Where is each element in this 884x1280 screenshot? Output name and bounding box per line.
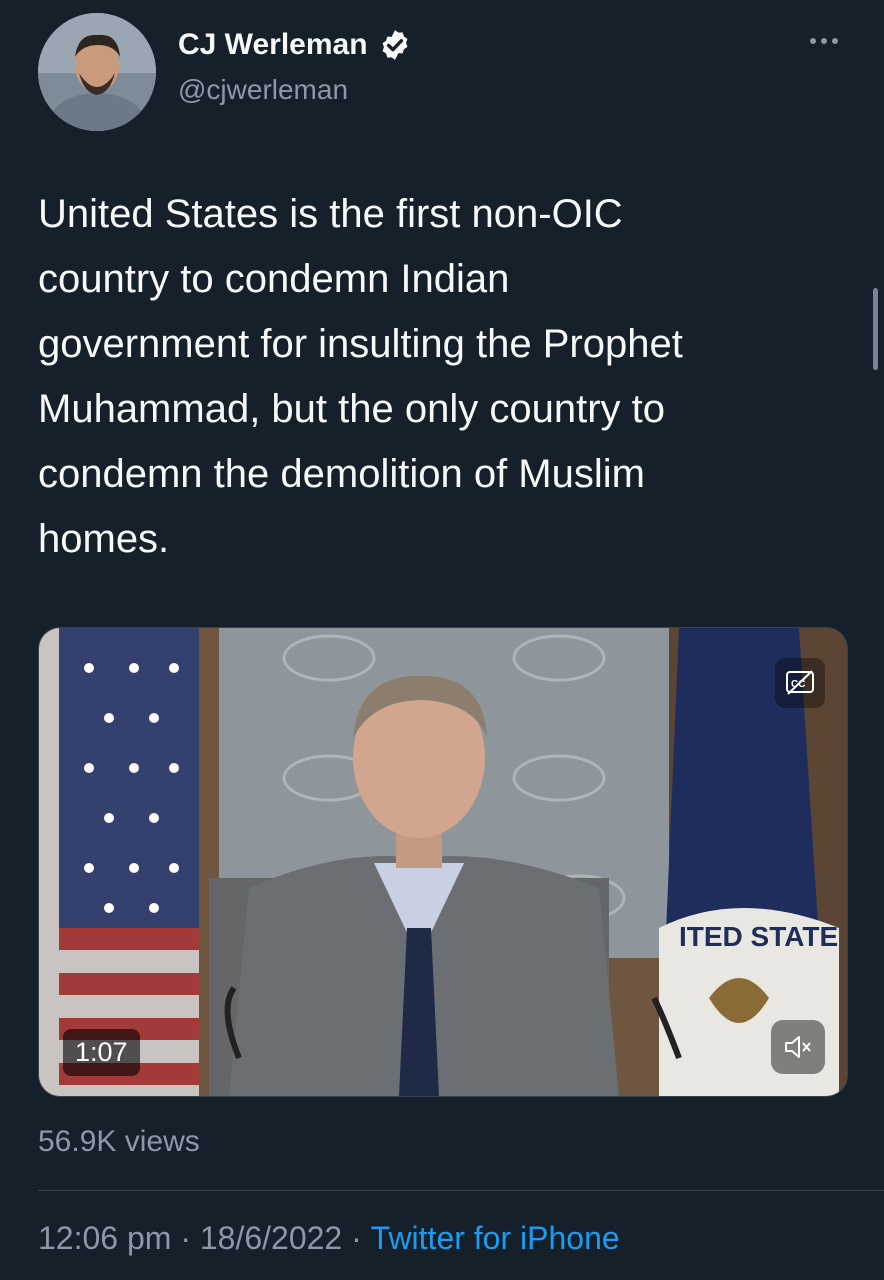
video-duration: 1:07 [63,1029,140,1076]
meta-separator: · [171,1220,200,1256]
scrollbar[interactable] [873,288,878,370]
tweet-time[interactable]: 12:06 pm [38,1220,171,1257]
meta-separator: · [342,1220,371,1256]
tweet-text: United States is the first non-OIC count… [38,192,683,561]
tweet-metadata: 12:06 pm · 18/6/2022 · Twitter for iPhon… [38,1220,620,1257]
author-avatar[interactable] [38,13,156,131]
mute-toggle-button[interactable] [771,1020,825,1074]
view-count: 56.9K views [38,1125,200,1158]
divider [38,1190,884,1191]
verified-badge-icon [382,30,407,60]
video-player[interactable]: ITED STATE CC 1:07 [38,627,848,1097]
speaker-muted-icon [785,1036,811,1058]
video-thumbnail: ITED STATE [39,628,847,1096]
closed-captions-button[interactable]: CC [775,658,825,708]
more-options-icon[interactable] [806,30,842,52]
author-display-name[interactable]: CJ Werleman [178,28,368,62]
author-handle[interactable]: @cjwerleman [178,74,348,106]
closed-captions-off-icon: CC [786,670,814,695]
avatar-image [38,13,156,131]
tweet-date[interactable]: 18/6/2022 [200,1220,342,1257]
tweet-source-link[interactable]: Twitter for iPhone [371,1220,620,1257]
seal-text: ITED STATE [679,921,838,952]
